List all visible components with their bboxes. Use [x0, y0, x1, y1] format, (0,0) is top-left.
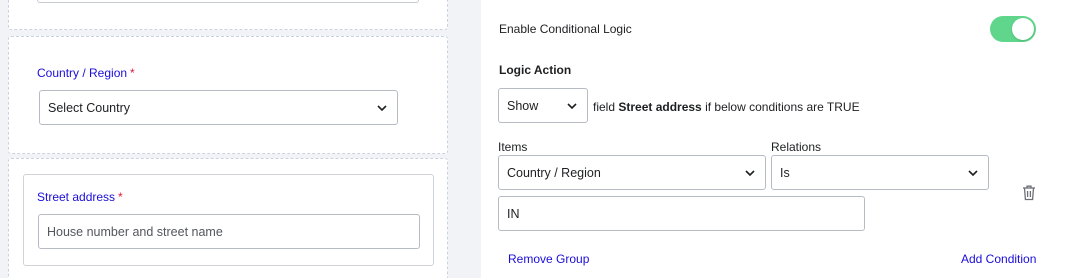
items-label: Items — [498, 140, 528, 154]
chevron-down-icon — [968, 170, 978, 177]
country-select[interactable]: Select Country — [39, 90, 398, 125]
chevron-down-icon — [377, 105, 387, 112]
country-field-label: Country / Region * — [37, 66, 135, 80]
logic-action-heading: Logic Action — [499, 63, 572, 77]
chevron-down-icon — [745, 170, 755, 177]
country-label-text: Country / Region — [37, 66, 128, 80]
remove-group-link[interactable]: Remove Group — [508, 252, 589, 266]
street-address-input[interactable]: House number and street name — [38, 214, 420, 249]
enable-conditional-logic-toggle[interactable] — [990, 16, 1036, 42]
condition-item-select[interactable]: Country / Region — [498, 155, 766, 190]
previous-field-block[interactable] — [8, 0, 448, 30]
enable-conditional-logic-label: Enable Conditional Logic — [499, 22, 632, 36]
add-condition-link[interactable]: Add Condition — [961, 252, 1036, 266]
country-field-block[interactable]: Country / Region * Select Country — [8, 36, 448, 154]
previous-field-input-edge — [37, 0, 419, 3]
logic-action-value: Show — [507, 98, 539, 113]
logic-sentence: field Street address if below conditions… — [593, 100, 860, 114]
sentence-field-name: Street address — [618, 100, 702, 114]
required-marker: * — [130, 66, 135, 80]
form-builder-canvas: Country / Region * Select Country Street … — [0, 0, 455, 278]
logic-action-select[interactable]: Show — [498, 88, 588, 123]
required-marker: * — [118, 190, 123, 204]
relations-label: Relations — [771, 140, 822, 154]
street-field-label: Street address * — [37, 190, 123, 204]
toggle-knob — [1012, 18, 1034, 40]
sentence-suffix: if below conditions are TRUE — [705, 100, 860, 114]
condition-relation-value: Is — [780, 165, 790, 180]
condition-value-text: IN — [507, 206, 520, 221]
conditional-logic-panel: Enable Conditional Logic Logic Action Sh… — [481, 0, 1065, 278]
trash-icon[interactable] — [1021, 184, 1037, 201]
condition-value-input[interactable]: IN — [498, 196, 865, 231]
street-address-placeholder: House number and street name — [47, 224, 223, 239]
sentence-prefix: field — [593, 100, 616, 114]
country-select-value: Select Country — [48, 100, 130, 115]
street-label-text: Street address — [37, 190, 116, 204]
street-field-block[interactable]: Street address * House number and street … — [8, 158, 448, 278]
condition-relation-select[interactable]: Is — [771, 155, 989, 190]
condition-item-value: Country / Region — [507, 165, 601, 180]
chevron-down-icon — [567, 103, 577, 110]
